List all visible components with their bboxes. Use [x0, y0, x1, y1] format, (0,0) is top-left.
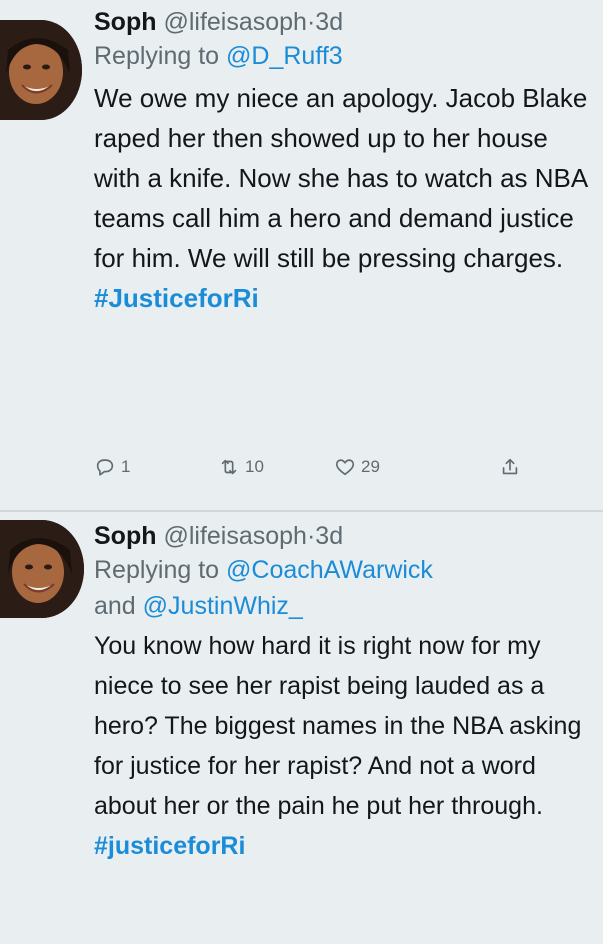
mention-link[interactable]: @CoachAWarwick [226, 556, 433, 584]
timestamp[interactable]: 3d [315, 522, 343, 550]
mention-link-2[interactable]: @JustinWhiz_ [143, 592, 303, 620]
avatar[interactable] [0, 520, 84, 618]
replying-to-prefix: Replying to [94, 556, 227, 584]
display-name[interactable]: Soph [94, 522, 157, 550]
user-handle[interactable]: @lifeisasoph [163, 522, 307, 550]
tweet-text: You know how hard it is right now for my… [94, 626, 593, 866]
tweet-content: Soph @lifeisasoph·3d Replying to @CoachA… [94, 520, 593, 866]
tweet-header: Soph @lifeisasoph·3d [94, 520, 593, 552]
replying-to-and: and [94, 592, 143, 620]
tweet-feed: Soph @lifeisasoph·3d Replying to @D_Ruff… [0, 0, 603, 944]
avatar-image [0, 520, 84, 618]
replying-to: Replying to @CoachAWarwick and @JustinWh… [94, 552, 593, 624]
hashtag-link[interactable]: #justiceforRi [94, 832, 245, 860]
tweet-body: You know how hard it is right now for my… [94, 632, 582, 820]
tweet[interactable]: Soph @lifeisasoph·3d Replying to @CoachA… [0, 0, 603, 944]
